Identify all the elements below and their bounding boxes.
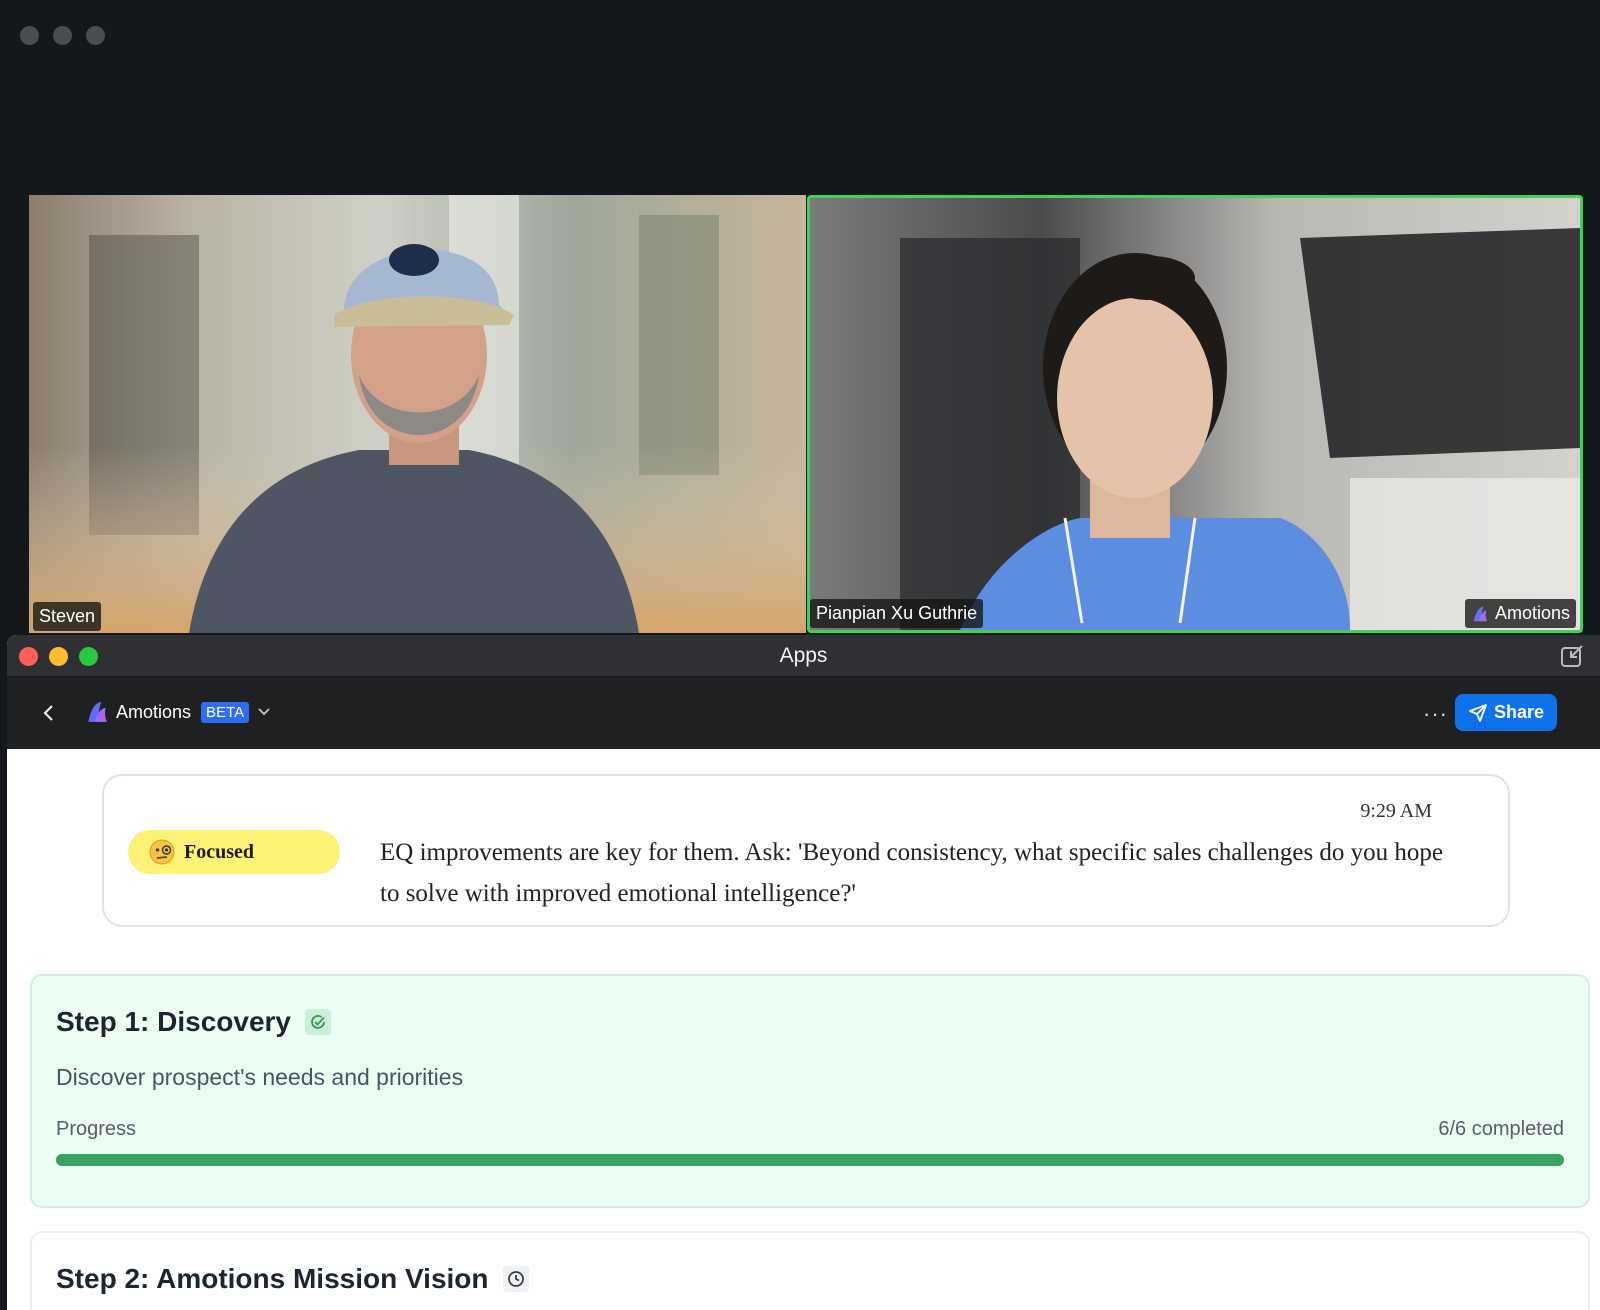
participant-name-tag: Steven xyxy=(33,602,102,631)
mood-label: Focused xyxy=(184,840,254,863)
more-options-icon[interactable]: ··· xyxy=(1423,701,1448,727)
app-content: 9:29 AM Focused EQ improvements are key … xyxy=(7,749,1600,1310)
app-badge: Amotions xyxy=(1464,599,1576,628)
send-icon xyxy=(1469,703,1487,722)
app-toolbar: Amotions BETA ··· Share xyxy=(7,677,1600,749)
app-switcher[interactable]: Amotions BETA xyxy=(86,700,271,724)
step-title: Step 2: Amotions Mission Vision xyxy=(56,1263,529,1295)
check-circle-icon xyxy=(305,1009,331,1035)
window-title: Apps xyxy=(779,644,828,667)
progress-bar xyxy=(56,1154,1564,1166)
monocle-face-icon xyxy=(149,839,175,865)
window-controls xyxy=(20,26,105,45)
amotions-logo-icon xyxy=(88,702,107,722)
insight-text: EQ improvements are key for them. Ask: '… xyxy=(380,839,1444,907)
apps-window: Apps Amotions BETA ··· Share 9:29 AM Foc… xyxy=(7,635,1600,1310)
step-card-mission-vision[interactable]: Step 2: Amotions Mission Vision xyxy=(30,1231,1590,1310)
insight-timestamp: 9:29 AM xyxy=(1360,800,1432,822)
video-tile-steven[interactable]: Steven xyxy=(29,195,806,633)
amotions-logo-icon xyxy=(1473,606,1488,621)
chevron-down-icon[interactable] xyxy=(257,707,271,717)
progress-bar-fill xyxy=(56,1154,1564,1166)
step-title-text: Step 2: Amotions Mission Vision xyxy=(56,1263,489,1294)
step-title-text: Step 1: Discovery xyxy=(56,1006,291,1037)
window-dot[interactable] xyxy=(86,26,105,45)
step-description: Discover prospect's needs and priorities xyxy=(56,1064,464,1090)
mood-badge: Focused xyxy=(128,830,340,874)
participant-name-tag: Pianpian Xu Guthrie xyxy=(810,599,984,628)
window-dot[interactable] xyxy=(53,26,72,45)
progress-count: 6/6 completed xyxy=(1438,1118,1564,1140)
progress-label: Progress xyxy=(56,1118,137,1140)
participant-video xyxy=(29,195,806,633)
share-button[interactable]: Share xyxy=(1455,694,1557,731)
step-card-discovery[interactable]: Step 1: Discovery Discover prospect's ne… xyxy=(30,974,1590,1208)
video-tile-pianpian[interactable]: Pianpian Xu Guthrie Amotions xyxy=(807,195,1583,633)
participant-video xyxy=(810,198,1580,630)
window-titlebar: Apps xyxy=(7,635,1600,677)
insight-card: 9:29 AM Focused EQ improvements are key … xyxy=(102,774,1510,927)
app-name: Amotions xyxy=(116,701,192,722)
clock-icon xyxy=(502,1266,529,1292)
window-dot[interactable] xyxy=(20,26,39,45)
app-badge-label: Amotions xyxy=(1494,603,1570,623)
back-chevron-icon[interactable] xyxy=(39,701,59,725)
popout-icon[interactable] xyxy=(1560,644,1584,668)
share-button-label: Share xyxy=(1493,702,1545,722)
step-title: Step 1: Discovery xyxy=(56,1006,331,1038)
beta-badge: BETA xyxy=(201,701,250,723)
